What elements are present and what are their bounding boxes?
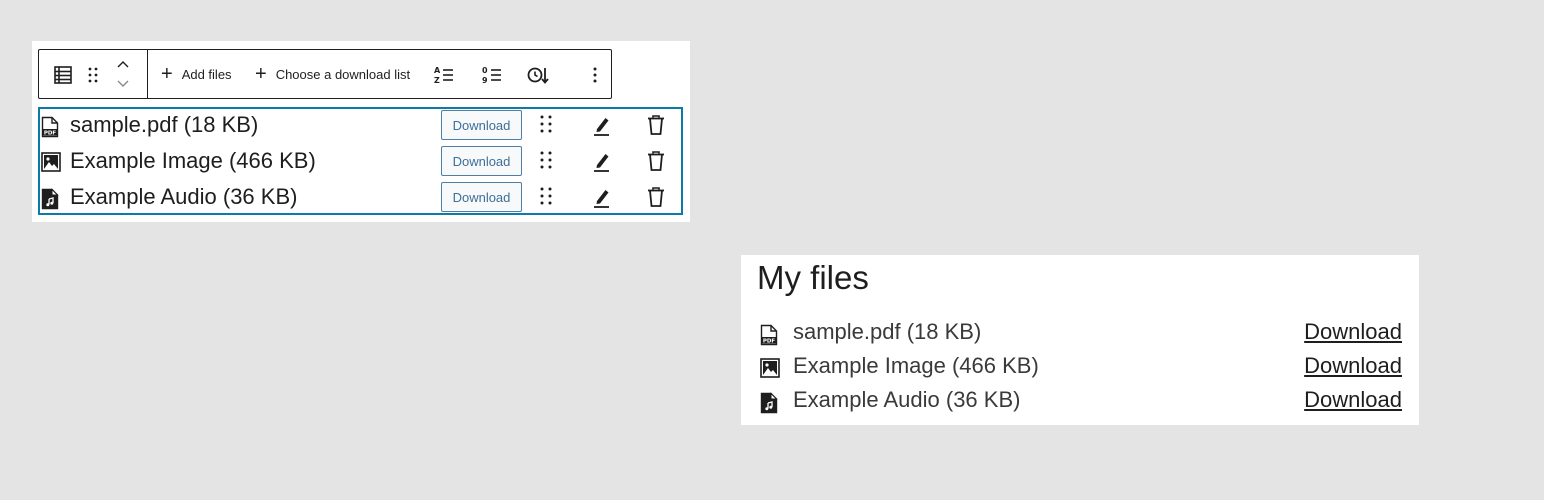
pencil-icon[interactable] [592, 150, 614, 174]
image-file-icon [760, 358, 780, 380]
drag-handle-icon[interactable] [540, 114, 556, 138]
pdf-icon-text: PDF [763, 339, 776, 345]
download-button[interactable]: Download [441, 182, 522, 212]
sort-numeric-icon[interactable]: 0 9 [480, 63, 504, 87]
choose-download-list-button[interactable]: + Choose a download list [255, 50, 410, 98]
pdf-icon-text: PDF [44, 131, 57, 137]
pdf-file-icon: PDF [41, 116, 61, 138]
file-name: Example Audio (36 KB) [793, 387, 1021, 412]
chevron-up-icon[interactable] [112, 56, 134, 73]
plus-icon: + [161, 63, 173, 85]
choose-download-list-label: Choose a download list [275, 66, 411, 82]
audio-file-icon [41, 188, 61, 210]
image-file-icon [41, 152, 61, 174]
file-name: sample.pdf (18 KB) [793, 319, 982, 344]
block-movers [112, 56, 134, 94]
download-link[interactable]: Download [1304, 353, 1402, 379]
chevron-down-icon[interactable] [112, 75, 134, 92]
pdf-file-icon: PDF [760, 324, 778, 346]
trash-icon[interactable] [646, 114, 668, 138]
file-name: Example Image (466 KB) [793, 353, 1039, 378]
more-options-icon[interactable] [583, 63, 607, 87]
drag-handle-icon[interactable] [85, 64, 101, 86]
block-toolbar: + Add files + Choose a download list A Z… [38, 49, 612, 99]
toolbar-block-controls [39, 50, 148, 98]
file-name: Example Image (466 KB) [70, 148, 316, 173]
pencil-icon[interactable] [592, 114, 614, 138]
preview-file-row: Example Image (466 KB) Download [741, 353, 1419, 383]
drag-handle-icon[interactable] [540, 150, 556, 174]
editor-file-row: PDF sample.pdf (18 KB) Download [40, 109, 681, 143]
block-list-icon[interactable] [52, 64, 74, 86]
file-name: Example Audio (36 KB) [70, 184, 298, 209]
preview-file-row: PDF sample.pdf (18 KB) Download [741, 319, 1419, 349]
sort-alphabetical-icon[interactable]: A Z [432, 63, 456, 87]
download-link[interactable]: Download [1304, 319, 1402, 345]
trash-icon[interactable] [646, 150, 668, 174]
download-button[interactable]: Download [441, 110, 522, 140]
svg-text:9: 9 [482, 76, 488, 85]
add-files-label: Add files [181, 66, 232, 82]
download-link[interactable]: Download [1304, 387, 1402, 413]
editor-file-row: Example Image (466 KB) Download [40, 145, 681, 179]
trash-icon[interactable] [646, 186, 668, 210]
svg-text:Z: Z [434, 76, 440, 85]
download-button[interactable]: Download [441, 146, 522, 176]
download-list-block-editor: + Add files + Choose a download list A Z… [32, 41, 690, 222]
plus-icon: + [255, 63, 267, 85]
sort-date-icon[interactable] [526, 63, 550, 87]
audio-file-icon [760, 392, 778, 414]
editor-file-row: Example Audio (36 KB) Download [40, 181, 681, 215]
add-files-button[interactable]: + Add files [161, 50, 232, 98]
svg-text:0: 0 [482, 66, 488, 75]
svg-text:A: A [434, 66, 441, 75]
pencil-icon[interactable] [592, 186, 614, 210]
list-title: My files [757, 259, 869, 296]
file-name: sample.pdf (18 KB) [70, 112, 259, 137]
editor-file-list: PDF sample.pdf (18 KB) Download Example … [38, 107, 683, 215]
drag-handle-icon[interactable] [540, 186, 556, 210]
download-list-preview: My files PDF sample.pdf (18 KB) Download… [741, 255, 1419, 425]
preview-file-row: Example Audio (36 KB) Download [741, 387, 1419, 417]
